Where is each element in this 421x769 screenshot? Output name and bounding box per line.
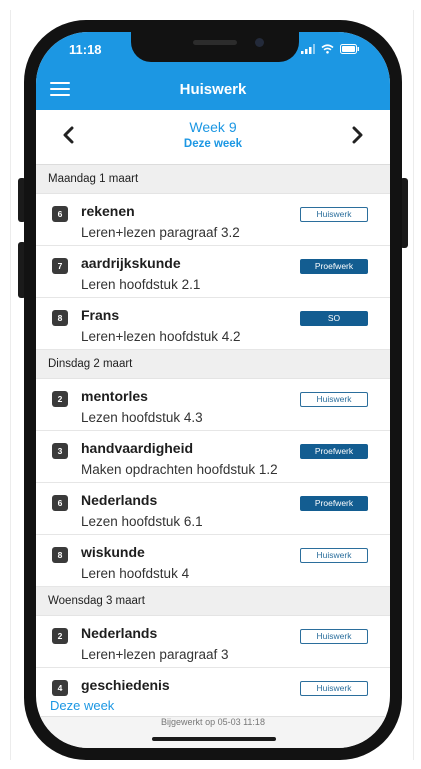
day-header: Maandag 1 maart [36, 165, 390, 194]
front-camera [255, 38, 264, 47]
description-label: Leren+lezen paragraaf 3 [81, 647, 229, 662]
type-badge: Huiswerk [300, 392, 368, 407]
phone-frame: 11:18 Huiswerk Week 9 Deze week Maandag … [24, 20, 402, 760]
description-label: Leren hoofdstuk 2.1 [81, 277, 201, 292]
period-badge: 8 [52, 310, 68, 326]
type-badge: SO [300, 311, 368, 326]
status-time: 11:18 [69, 42, 102, 57]
day-header: Dinsdag 2 maart [36, 350, 390, 379]
list-item[interactable]: 2 Nederlands Leren+lezen paragraaf 3 Hui… [36, 616, 390, 668]
wifi-icon [321, 44, 334, 54]
list-item[interactable]: 4 geschiedenis Huiswerk [36, 668, 390, 697]
last-updated-label: Bijgewerkt op 05-03 11:18 [161, 717, 265, 727]
page-title: Huiswerk [179, 81, 247, 98]
period-badge: 4 [52, 680, 68, 696]
homework-list[interactable]: Maandag 1 maart 6 rekenen Leren+lezen pa… [36, 165, 390, 697]
subject-label: geschiedenis [81, 677, 170, 693]
battery-icon [340, 44, 359, 54]
period-badge: 6 [52, 495, 68, 511]
type-badge: Huiswerk [300, 681, 368, 696]
description-label: Leren+lezen hoofdstuk 4.2 [81, 329, 241, 344]
nav-bar: Huiswerk [36, 70, 390, 110]
day-header: Woensdag 3 maart [36, 587, 390, 616]
type-badge: Huiswerk [300, 548, 368, 563]
list-item[interactable]: 6 rekenen Leren+lezen paragraaf 3.2 Huis… [36, 194, 390, 246]
description-label: Leren hoofdstuk 4 [81, 566, 190, 581]
subject-label: Nederlands [81, 492, 158, 508]
week-subtitle: Deze week [183, 138, 243, 150]
type-badge: Huiswerk [300, 207, 368, 222]
period-badge: 6 [52, 206, 68, 222]
footer-bar: Bijgewerkt op 05-03 11:18 [36, 716, 390, 748]
period-badge: 7 [52, 258, 68, 274]
subject-label: handvaardigheid [81, 440, 194, 456]
app-screen: 11:18 Huiswerk Week 9 Deze week Maandag … [36, 32, 390, 748]
period-badge: 3 [52, 443, 68, 459]
chevron-right-icon[interactable] [346, 124, 368, 146]
week-selector: Week 9 Deze week [36, 110, 390, 165]
subject-label: Nederlands [81, 625, 158, 641]
description-label: Leren+lezen paragraaf 3.2 [81, 225, 240, 240]
type-badge: Proefwerk [300, 444, 368, 459]
list-item[interactable]: 6 Nederlands Lezen hoofdstuk 6.1 Proefwe… [36, 483, 390, 535]
description-label: Lezen hoofdstuk 6.1 [81, 514, 203, 529]
week-title: Week 9 [189, 119, 237, 135]
subject-label: rekenen [81, 203, 135, 219]
speaker-grille [193, 40, 237, 45]
this-week-link[interactable]: Deze week [50, 698, 114, 713]
description-label: Maken opdrachten hoofdstuk 1.2 [81, 462, 278, 477]
type-badge: Proefwerk [300, 496, 368, 511]
subject-label: aardrijkskunde [81, 255, 181, 271]
list-item[interactable]: 8 wiskunde Leren hoofdstuk 4 Huiswerk [36, 535, 390, 587]
phone-notch [131, 32, 299, 62]
list-item[interactable]: 7 aardrijkskunde Leren hoofdstuk 2.1 Pro… [36, 246, 390, 298]
type-badge: Proefwerk [300, 259, 368, 274]
list-item[interactable]: 3 handvaardigheid Maken opdrachten hoofd… [36, 431, 390, 483]
home-indicator[interactable] [152, 737, 276, 741]
description-label: Lezen hoofdstuk 4.3 [81, 410, 203, 425]
list-item[interactable]: 2 mentorles Lezen hoofdstuk 4.3 Huiswerk [36, 379, 390, 431]
period-badge: 8 [52, 547, 68, 563]
subject-label: mentorles [81, 388, 148, 404]
list-item[interactable]: 8 Frans Leren+lezen hoofdstuk 4.2 SO [36, 298, 390, 350]
status-icons [301, 44, 360, 54]
subject-label: Frans [81, 307, 120, 323]
period-badge: 2 [52, 628, 68, 644]
period-badge: 2 [52, 391, 68, 407]
type-badge: Huiswerk [300, 629, 368, 644]
subject-label: wiskunde [81, 544, 145, 560]
signal-icon [301, 44, 315, 54]
